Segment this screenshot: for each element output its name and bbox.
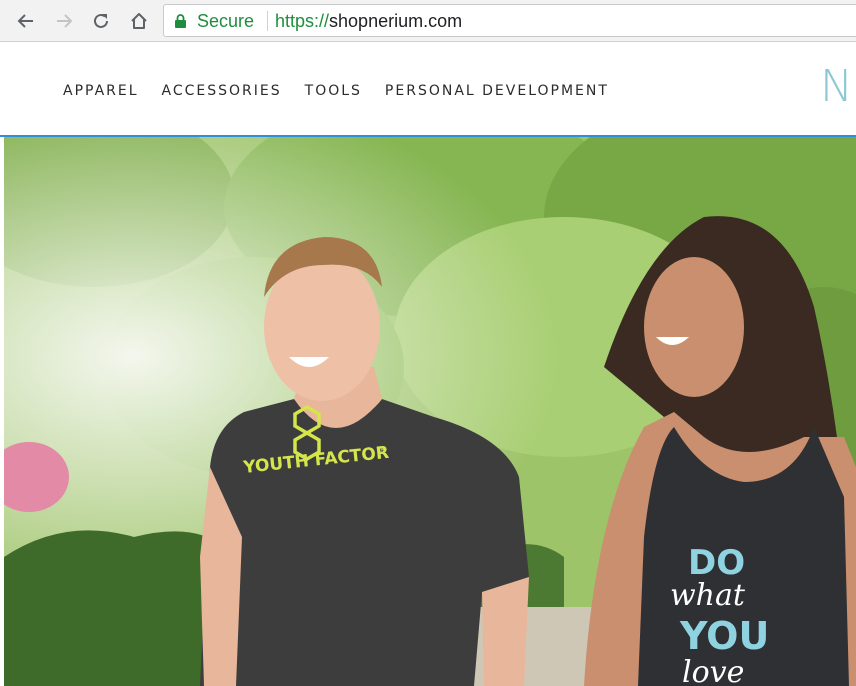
shirt-print-line-3: YOU — [679, 614, 769, 658]
reload-button[interactable] — [89, 9, 113, 33]
secure-label: Secure — [197, 11, 255, 31]
main-nav: APPAREL ACCESSORIES TOOLS PERSONAL DEVEL… — [63, 83, 632, 99]
nav-accessories[interactable]: ACCESSORIES — [162, 83, 282, 99]
nav-tools[interactable]: TOOLS — [305, 83, 362, 99]
shirt-print-line-4: love — [682, 655, 744, 686]
home-icon — [131, 13, 147, 29]
nav-apparel[interactable]: APPAREL — [63, 83, 139, 99]
brand-logo[interactable]: Ne — [820, 62, 856, 112]
forward-button[interactable] — [52, 9, 76, 33]
hero-image: YOUTH FACTOR ™ DO what YOU love — [4, 137, 856, 686]
url-host: shopnerium.com — [329, 11, 463, 31]
url-scheme: https:// — [275, 11, 330, 31]
reload-icon — [94, 13, 108, 28]
arrow-left-icon — [17, 14, 33, 28]
hero-photo: YOUTH FACTOR ™ DO what YOU love — [4, 137, 856, 686]
home-button[interactable] — [127, 9, 151, 33]
url-text[interactable]: https://shopnerium.com — [275, 11, 462, 31]
address-divider — [267, 11, 268, 31]
shirt-print-line-2: what — [670, 578, 746, 613]
site-header: APPAREL ACCESSORIES TOOLS PERSONAL DEVEL… — [0, 42, 856, 137]
woman-face — [644, 257, 744, 397]
back-button[interactable] — [14, 9, 38, 33]
nav-personal-development[interactable]: PERSONAL DEVELOPMENT — [385, 83, 609, 99]
man-arm-right — [482, 577, 529, 686]
shirt-print-tm: ™ — [377, 447, 386, 457]
hedge — [4, 530, 224, 686]
arrow-right-icon — [57, 14, 73, 28]
shirt-print-line-1: DO — [688, 543, 745, 583]
lock-icon — [175, 14, 186, 28]
browser-toolbar: Secure https://shopnerium.com — [0, 0, 856, 42]
address-bar[interactable]: Secure https://shopnerium.com — [163, 4, 856, 37]
